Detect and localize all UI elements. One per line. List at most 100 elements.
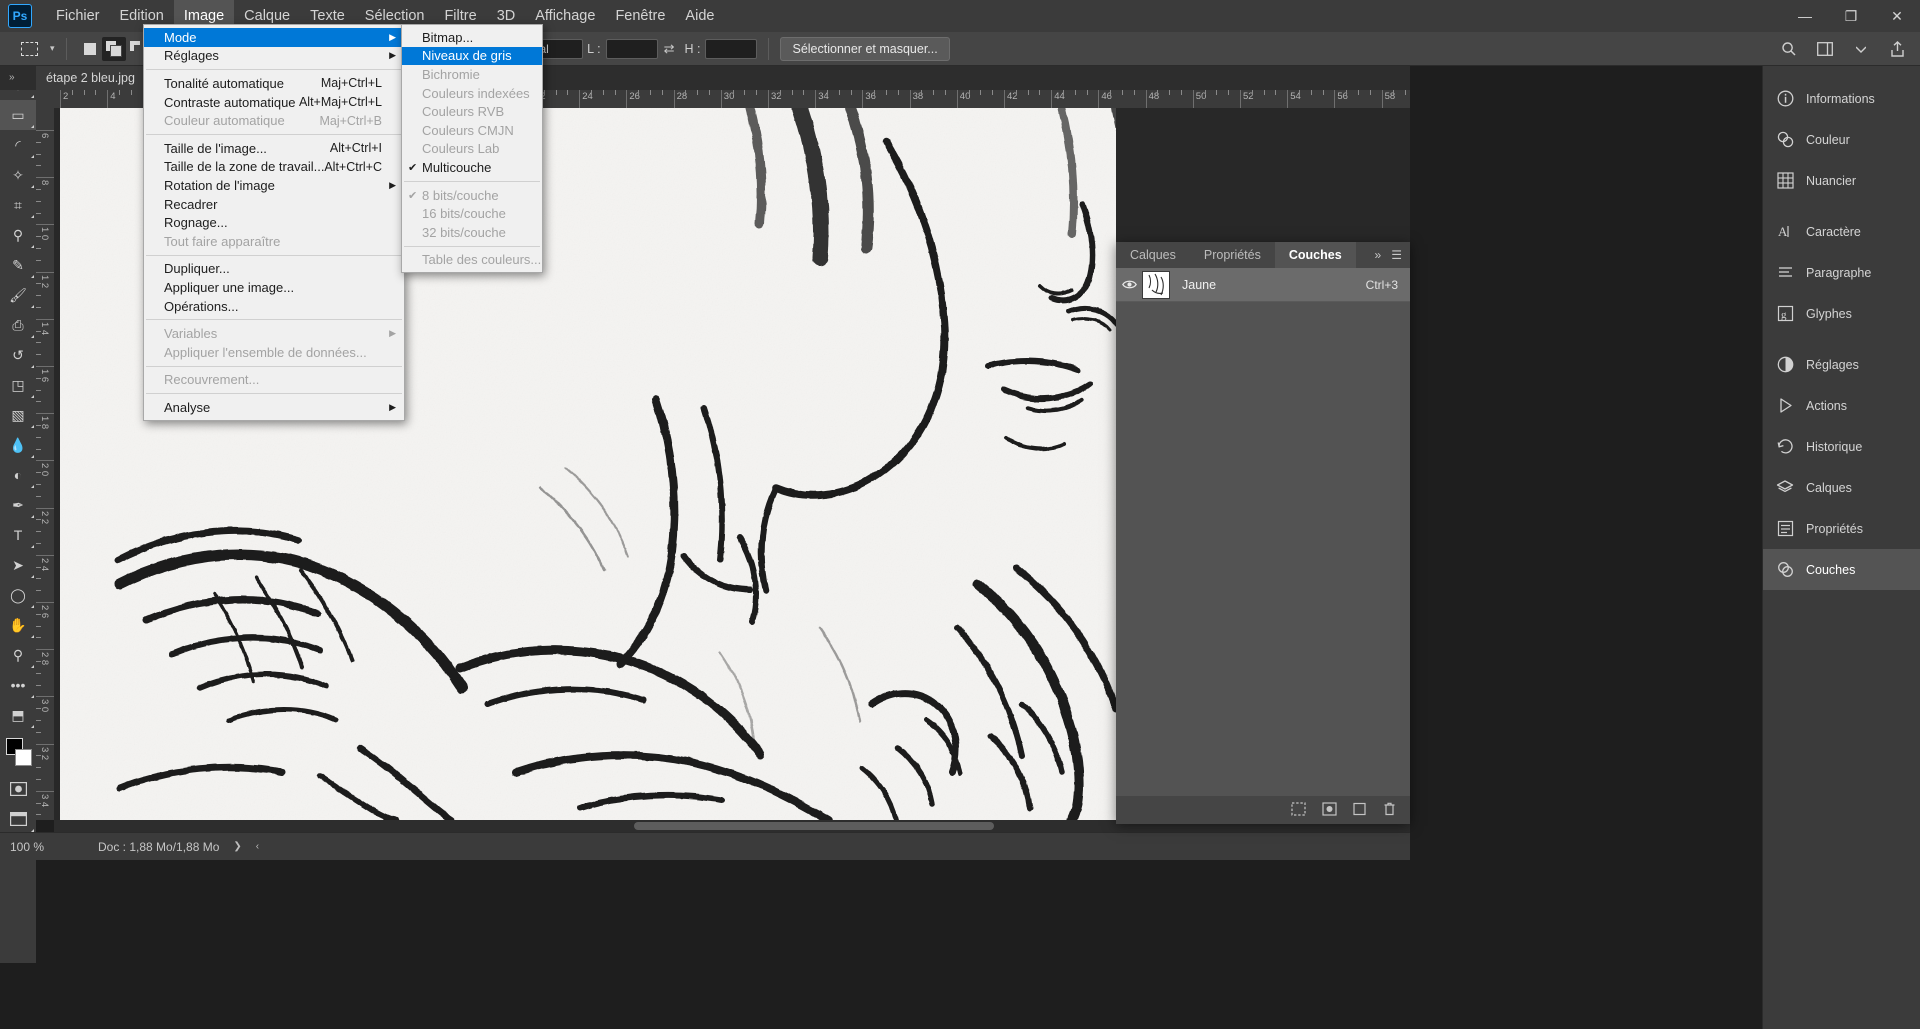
quick-mask-mode-button[interactable]	[0, 774, 36, 804]
panel-menu-icon[interactable]: ☰	[1391, 248, 1402, 262]
channels-tab-calques[interactable]: Calques	[1116, 242, 1190, 268]
ruler-minor-tick	[83, 90, 85, 95]
quick-selection-tool[interactable]: ✧	[0, 160, 36, 190]
channel-row[interactable]: Jaune Ctrl+3	[1116, 268, 1410, 302]
chevron-down-icon[interactable]: ▾	[50, 43, 55, 54]
image-menu-item-rotation-de-l-image[interactable]: Rotation de l'image ▶	[144, 176, 404, 195]
color-swatches[interactable]	[0, 734, 36, 774]
blur-tool[interactable]: 💧	[0, 430, 36, 460]
dock-item-r-glages[interactable]: Réglages	[1763, 344, 1920, 385]
image-menu-item-op-rations[interactable]: Opérations...	[144, 297, 404, 316]
dock-item-couches[interactable]: Couches	[1763, 549, 1920, 590]
dock-item-actions[interactable]: Actions	[1763, 385, 1920, 426]
pen-tool[interactable]: ✒	[0, 490, 36, 520]
lasso-tool[interactable]: ◜	[0, 130, 36, 160]
menu-item-shortcut: Alt+Ctrl+I	[329, 141, 382, 156]
image-menu-item-taille-de-l-image[interactable]: Taille de l'image... Alt+Ctrl+I	[144, 139, 404, 158]
image-menu-item-analyse[interactable]: Analyse ▶	[144, 398, 404, 417]
image-menu-item-rognage[interactable]: Rognage...	[144, 213, 404, 232]
crop-tool[interactable]: ⌗	[0, 190, 36, 220]
mode-submenu-item-bitmap[interactable]: Bitmap...	[402, 28, 542, 47]
menu-fen-tre[interactable]: Fenêtre	[605, 0, 675, 32]
zoom-tool[interactable]: ⚲	[0, 640, 36, 670]
status-collapse-icon[interactable]: ‹	[256, 841, 259, 852]
dock-item-caract-re[interactable]: A Caractère	[1763, 211, 1920, 252]
menu-aide[interactable]: Aide	[675, 0, 724, 32]
history-brush-tool[interactable]: ↺	[0, 340, 36, 370]
dodge-tool[interactable]: ◐	[0, 460, 36, 490]
dock-item-historique[interactable]: Historique	[1763, 426, 1920, 467]
load-selection-icon[interactable]	[1291, 801, 1306, 819]
new-selection-button[interactable]	[78, 37, 102, 61]
search-icon[interactable]	[1776, 36, 1802, 62]
character-icon: A	[1775, 222, 1795, 242]
delete-channel-icon[interactable]	[1383, 802, 1396, 819]
rectangular-marquee-tool[interactable]: ▭	[0, 100, 36, 130]
dock-item-propri-t-s[interactable]: Propriétés	[1763, 508, 1920, 549]
image-menu-item-dupliquer[interactable]: Dupliquer...	[144, 260, 404, 279]
dock-item-nuancier[interactable]: Nuancier	[1763, 160, 1920, 201]
status-expand-icon[interactable]: ❯	[233, 841, 241, 852]
ruler-minor-tick	[1086, 90, 1088, 95]
close-button[interactable]: ✕	[1874, 0, 1920, 32]
width-input[interactable]	[605, 38, 658, 59]
brush-tool[interactable]: 🖌	[0, 280, 36, 310]
gradient-tool[interactable]: ▧	[0, 400, 36, 430]
hand-tool[interactable]: ✋	[0, 610, 36, 640]
rectangular-marquee-icon[interactable]	[14, 36, 44, 62]
minimize-button[interactable]: —	[1782, 0, 1828, 32]
image-menu-item-taille-de-la-zone-de-travail[interactable]: Taille de la zone de travail... Alt+Ctrl+…	[144, 158, 404, 177]
dock-item-glyphes[interactable]: g Glyphes	[1763, 293, 1920, 334]
image-menu-item-appliquer-une-image[interactable]: Appliquer une image...	[144, 278, 404, 297]
ruler-minor-tick	[555, 90, 557, 95]
dock-item-couleur[interactable]: Couleur	[1763, 119, 1920, 160]
dock-item-informations[interactable]: Informations	[1763, 78, 1920, 119]
share-icon[interactable]	[1884, 36, 1910, 62]
save-selection-icon[interactable]	[1322, 801, 1337, 819]
more-tools[interactable]: •••	[0, 670, 36, 700]
image-menu-item-tonalit-automatique[interactable]: Tonalité automatique Maj+Ctrl+L	[144, 74, 404, 93]
properties-icon	[1775, 519, 1795, 539]
image-menu-item-contraste-automatique[interactable]: Contraste automatique Alt+Maj+Ctrl+L	[144, 93, 404, 112]
eraser-tool[interactable]: ◳	[0, 370, 36, 400]
background-color-swatch[interactable]	[15, 749, 32, 766]
channels-tab-couches[interactable]: Couches	[1274, 242, 1356, 268]
new-channel-icon[interactable]	[1353, 802, 1367, 819]
workspace-icon[interactable]	[1812, 36, 1838, 62]
image-menu-item-r-glages[interactable]: Réglages ▶	[144, 47, 404, 66]
expand-panels-icon[interactable]: »	[0, 66, 36, 83]
dock-item-paragraphe[interactable]: Paragraphe	[1763, 252, 1920, 293]
clone-stamp-tool[interactable]: ⎙	[0, 310, 36, 340]
zoom-level[interactable]: 100 %	[0, 840, 64, 854]
maximize-button[interactable]: ❐	[1828, 0, 1874, 32]
chevron-down-icon[interactable]	[1848, 36, 1874, 62]
ellipse-tool[interactable]: ◯	[0, 580, 36, 610]
overflow-icon[interactable]: »	[1375, 248, 1382, 262]
healing-brush-tool[interactable]: ✎	[0, 250, 36, 280]
screen-mode-button[interactable]	[0, 804, 36, 834]
add-to-selection-button[interactable]	[101, 36, 126, 61]
image-menu-item-mode[interactable]: Mode ▶	[144, 28, 404, 47]
channels-list: Jaune Ctrl+3	[1116, 268, 1410, 302]
select-and-mask-button[interactable]: Sélectionner et masquer...	[780, 36, 950, 61]
image-menu-item-recadrer[interactable]: Recadrer	[144, 195, 404, 214]
dock-item-label: Réglages	[1806, 357, 1859, 372]
channels-tab-propri-t-s[interactable]: Propriétés	[1189, 242, 1275, 268]
mode-submenu-item-niveaux-de-gris[interactable]: Niveaux de gris	[402, 46, 542, 66]
eye-icon[interactable]	[1116, 279, 1142, 290]
path-selection-tool[interactable]: ➤	[0, 550, 36, 580]
ruler-minor-tick	[591, 90, 592, 95]
menu-fichier[interactable]: Fichier	[46, 0, 110, 32]
ruler-label: 8	[39, 180, 50, 186]
type-tool[interactable]: T	[0, 520, 36, 550]
ruler-minor-tick	[650, 90, 651, 95]
ruler-minor-tick	[1322, 90, 1324, 95]
height-input[interactable]	[705, 38, 758, 59]
info-icon	[1775, 89, 1795, 109]
swap-dimensions-icon[interactable]: ⇄	[664, 41, 675, 57]
ruler-minor-tick	[1228, 90, 1230, 95]
mode-submenu-item-multicouche[interactable]: ✔ Multicouche	[402, 158, 542, 177]
edit-toolbar[interactable]: ⬒	[0, 700, 36, 730]
eyedropper-tool[interactable]: ⚲	[0, 220, 36, 250]
dock-item-calques[interactable]: Calques	[1763, 467, 1920, 508]
